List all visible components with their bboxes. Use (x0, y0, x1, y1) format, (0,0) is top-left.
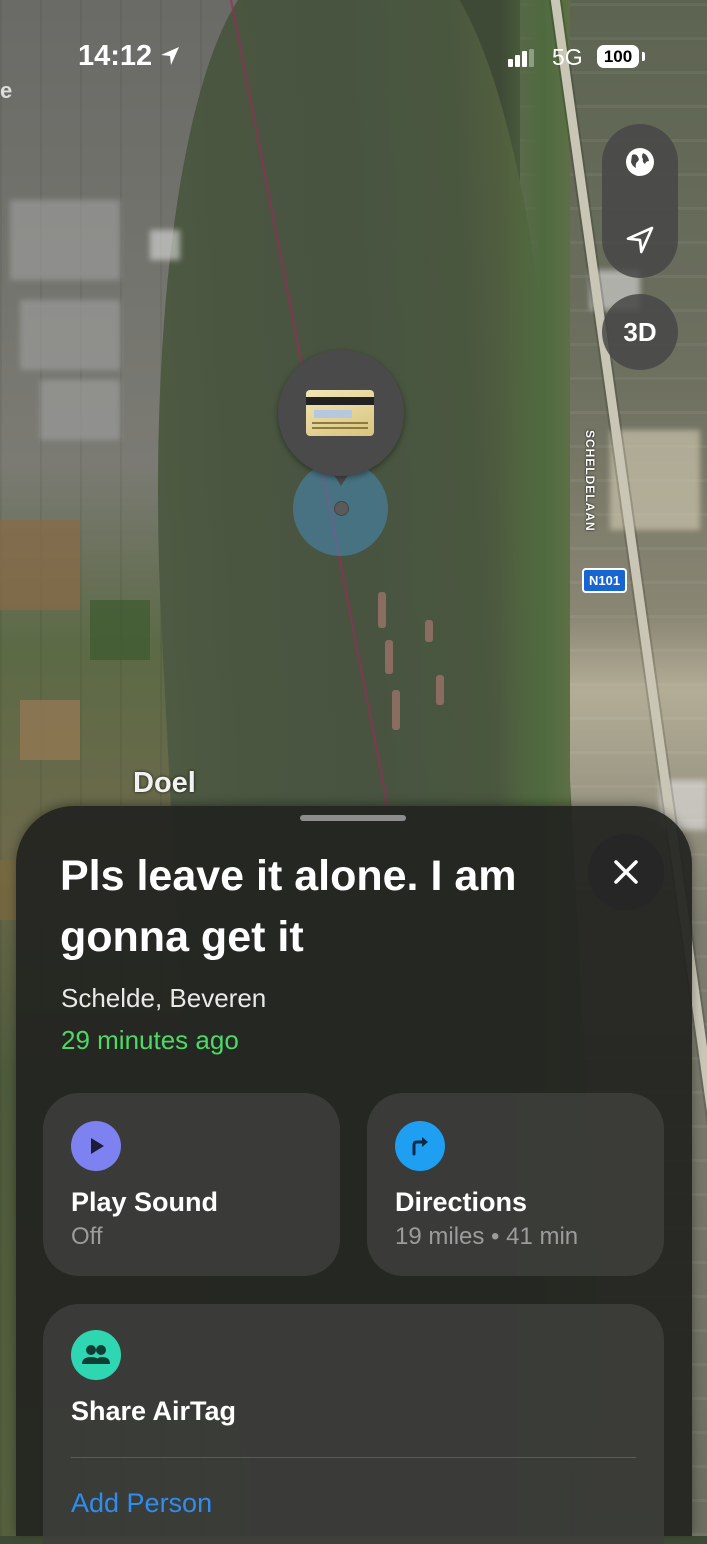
map-building (20, 300, 120, 370)
add-person-link[interactable]: Add Person (71, 1488, 212, 1519)
map-boat (378, 592, 386, 628)
battery-indicator: 100 (597, 45, 639, 68)
share-airtag-button[interactable]: Share AirTag (71, 1396, 236, 1427)
close-button[interactable] (588, 834, 664, 910)
location-dot (334, 501, 349, 516)
cellular-signal-icon (508, 49, 536, 67)
credit-card-icon (306, 390, 374, 436)
globe-icon (626, 148, 654, 176)
map-building (40, 380, 120, 440)
battery-nub (642, 52, 645, 61)
globe-button[interactable] (602, 124, 678, 200)
turn-right-arrow-icon (412, 1137, 428, 1156)
directions-button[interactable]: Directions 19 miles • 41 min (367, 1093, 664, 1276)
play-icon (91, 1138, 104, 1154)
close-icon (614, 860, 638, 884)
status-time: 14:12 (78, 40, 153, 72)
map-boat (392, 690, 400, 730)
map-boat (436, 675, 444, 705)
people-icon (82, 1345, 110, 1364)
map-field (0, 860, 16, 920)
location-arrow-icon (626, 226, 654, 254)
map-building (150, 230, 180, 260)
locate-button[interactable] (602, 202, 678, 278)
map-building (10, 200, 120, 280)
map-field (0, 520, 80, 610)
share-airtag-section: Share AirTag Add Person (43, 1304, 664, 1544)
location-services-icon (161, 47, 179, 65)
share-icon-circle (71, 1330, 121, 1380)
directions-icon-circle (395, 1121, 445, 1171)
map-control-group (602, 124, 678, 278)
map-field (90, 600, 150, 660)
directions-distance-time: 19 miles • 41 min (395, 1223, 579, 1250)
road-label: SCHELDELAAN (583, 430, 597, 532)
map-boat (385, 640, 393, 674)
sheet-grabber[interactable] (300, 815, 406, 821)
road-shield: N101 (582, 568, 628, 593)
play-sound-icon-circle (71, 1121, 121, 1171)
play-sound-button[interactable]: Play Sound Off (43, 1093, 340, 1276)
network-type: 5G (552, 44, 583, 70)
divider (71, 1457, 636, 1458)
play-sound-label: Play Sound (71, 1187, 219, 1217)
3d-button[interactable]: 3D (602, 294, 678, 370)
map-field (20, 700, 80, 760)
item-location: Schelde, Beveren (61, 983, 267, 1013)
directions-label: Directions (395, 1187, 528, 1217)
map-boat (425, 620, 433, 642)
item-title: Pls leave it alone. I am gonna get it (60, 852, 517, 961)
play-sound-status: Off (71, 1223, 103, 1250)
status-bar: 14:12 5G 100 (0, 0, 707, 110)
last-seen-time: 29 minutes ago (61, 1025, 239, 1055)
city-label: Doel (133, 767, 196, 799)
